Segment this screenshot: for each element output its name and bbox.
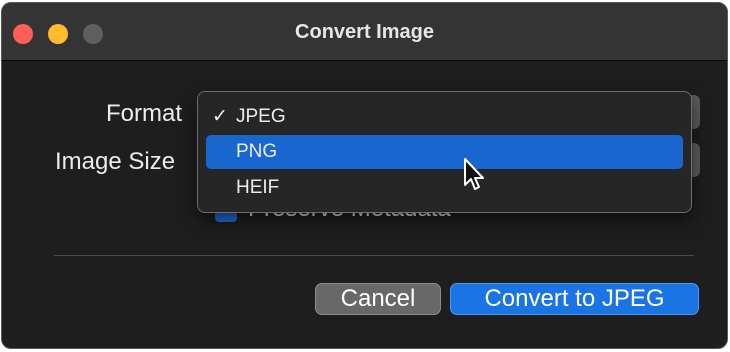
image-size-label: Image Size (55, 148, 176, 175)
menu-item-heif[interactable]: HEIF (206, 171, 683, 205)
cancel-button[interactable]: Cancel (315, 283, 441, 315)
format-label: Format (106, 100, 183, 127)
menu-item-label: HEIF (236, 177, 280, 198)
menu-item-jpeg[interactable]: ✓ JPEG (206, 100, 683, 134)
menu-item-png[interactable]: PNG (206, 135, 683, 169)
convert-image-dialog: Convert Image Format Image Size Preserve… (1, 2, 728, 349)
separator (54, 255, 694, 256)
arrow-cursor-icon (464, 158, 484, 190)
format-dropdown-menu: ✓ JPEG PNG HEIF (197, 91, 692, 213)
menu-item-label: JPEG (236, 106, 286, 127)
window-title: Convert Image (295, 21, 434, 43)
convert-button[interactable]: Convert to JPEG (450, 283, 699, 315)
checkmark-icon: ✓ (212, 106, 228, 127)
title-bar[interactable]: Convert Image (2, 3, 727, 61)
menu-item-label: PNG (236, 141, 278, 162)
